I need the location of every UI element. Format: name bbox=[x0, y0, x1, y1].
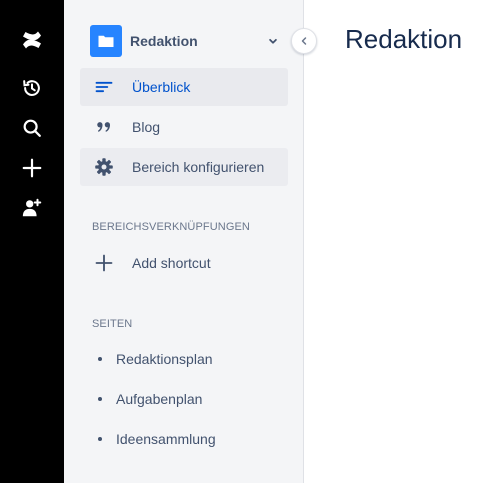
folder-icon bbox=[90, 25, 122, 57]
page-title: Redaktion bbox=[345, 24, 463, 54]
quote-icon bbox=[92, 115, 116, 139]
space-switcher[interactable]: Redaktion bbox=[90, 25, 280, 57]
collapse-sidebar-button[interactable] bbox=[291, 28, 317, 54]
page-tree-item[interactable]: Ideensammlung bbox=[92, 423, 282, 455]
chevron-down-icon bbox=[266, 34, 280, 53]
page-tree-item[interactable]: Aufgabenplan bbox=[92, 383, 282, 415]
gear-icon bbox=[92, 155, 116, 179]
sidebar-item-overview[interactable]: Überblick bbox=[80, 68, 288, 106]
shortcuts-heading: BEREICHSVERKNÜPFUNGEN bbox=[92, 221, 250, 233]
chevron-left-icon bbox=[298, 35, 310, 47]
page-tree-item-label: Ideensammlung bbox=[116, 431, 216, 447]
sidebar-item-label: Überblick bbox=[132, 79, 191, 95]
page-tree-item-label: Aufgabenplan bbox=[116, 391, 203, 407]
space-sidebar: Redaktion Überblick Blog Bereich konfigu… bbox=[64, 0, 304, 483]
pages-heading: SEITEN bbox=[92, 318, 133, 330]
overview-icon bbox=[92, 75, 116, 99]
bullet-icon bbox=[98, 357, 102, 361]
bullet-icon bbox=[98, 397, 102, 401]
invite-people-icon[interactable] bbox=[16, 192, 48, 224]
sidebar-item-label: Bereich konfigurieren bbox=[132, 159, 265, 175]
recent-icon[interactable] bbox=[16, 72, 48, 104]
search-icon[interactable] bbox=[16, 112, 48, 144]
global-navigation bbox=[0, 0, 64, 483]
confluence-logo-icon[interactable] bbox=[16, 24, 48, 56]
sidebar-item-space-settings[interactable]: Bereich konfigurieren bbox=[80, 148, 288, 186]
add-shortcut-label: Add shortcut bbox=[132, 255, 211, 271]
bullet-icon bbox=[98, 437, 102, 441]
space-name: Redaktion bbox=[130, 33, 198, 49]
create-icon[interactable] bbox=[16, 152, 48, 184]
plus-icon bbox=[92, 251, 116, 275]
page-tree-item-label: Redaktionsplan bbox=[116, 351, 213, 367]
add-shortcut-button[interactable]: Add shortcut bbox=[80, 244, 288, 282]
page-tree-item[interactable]: Redaktionsplan bbox=[92, 343, 282, 375]
sidebar-item-blog[interactable]: Blog bbox=[80, 108, 288, 146]
sidebar-item-label: Blog bbox=[132, 119, 161, 135]
